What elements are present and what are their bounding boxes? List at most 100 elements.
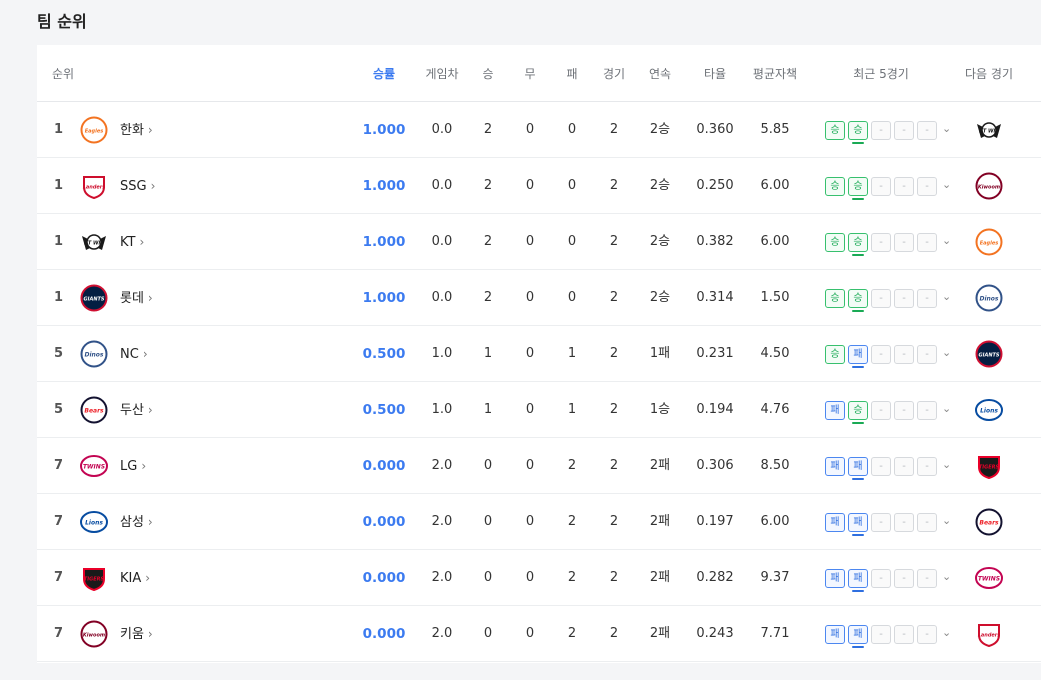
team-link[interactable]: LG › xyxy=(120,438,146,494)
chevron-down-icon[interactable]: ⌄ xyxy=(942,514,951,527)
team-link[interactable]: 롯데 › xyxy=(120,270,153,326)
l-value: 0 xyxy=(567,290,577,305)
chevron-down-icon[interactable]: ⌄ xyxy=(942,122,951,135)
streak-value: 2패 xyxy=(649,570,671,585)
g-value: 2 xyxy=(609,458,619,473)
recent-game-result: 승 xyxy=(848,289,868,312)
recent-game-result: - xyxy=(917,569,937,588)
col-header-d[interactable]: 무 xyxy=(524,65,535,82)
table-row[interactable]: 7 TIGERS KIA › 0.000 2.0 0 0 2 2 2패 0.282 9.37 패 패 - - - ⌄… xyxy=(37,550,1041,606)
table-row[interactable]: 7 TWINS LG › 0.000 2.0 0 0 2 2 2패 0.306 8.50 패 패 - - - ⌄ TI… xyxy=(37,438,1041,494)
chevron-right-icon: › xyxy=(142,347,148,361)
pct-value: 0.000 xyxy=(362,514,406,530)
svg-text:TWINS: TWINS xyxy=(83,464,105,471)
g-value: 2 xyxy=(609,178,619,193)
col-header-g[interactable]: 경기 xyxy=(603,65,625,82)
svg-text:GIANTS: GIANTS xyxy=(83,297,104,303)
pct-value: 0.000 xyxy=(362,570,406,586)
chevron-right-icon: › xyxy=(141,459,147,473)
team-link[interactable]: 키움 › xyxy=(120,606,153,662)
streak-value: 2패 xyxy=(649,514,671,529)
l-value: 1 xyxy=(567,402,577,417)
team-link[interactable]: KIA › xyxy=(120,550,150,606)
era-value: 7.71 xyxy=(760,626,790,641)
pct-value: 1.000 xyxy=(362,122,406,138)
g-value: 2 xyxy=(609,402,619,417)
landers-logo: Landers xyxy=(80,172,108,200)
chevron-down-icon[interactable]: ⌄ xyxy=(942,570,951,583)
chevron-down-icon[interactable]: ⌄ xyxy=(942,290,951,303)
col-header-streak[interactable]: 연속 xyxy=(649,65,671,82)
table-row[interactable]: 5 Dinos NC › 0.500 1.0 1 0 1 2 1패 0.231 4.50 승 패 - - - ⌄ GI… xyxy=(37,326,1041,382)
col-header-era[interactable]: 평균자책 xyxy=(753,65,797,82)
era-value: 6.00 xyxy=(760,514,790,529)
table-row[interactable]: 1 KT WIZ KT › 1.000 0.0 2 0 0 2 2승 0.382 6.00 승 승 - - - ⌄ E… xyxy=(37,214,1041,270)
team-link[interactable]: 한화 › xyxy=(120,102,153,158)
table-row[interactable]: 7 Kiwoom 키움 › 0.000 2.0 0 0 2 2 2패 0.243 7.71 패 패 - - - ⌄ L… xyxy=(37,606,1041,662)
rank-value: 1 xyxy=(54,290,64,305)
dinos-logo[interactable]: Dinos xyxy=(975,284,1003,312)
pct-value: 0.500 xyxy=(362,402,406,418)
col-header-l[interactable]: 패 xyxy=(566,65,577,82)
pct-value: 0.000 xyxy=(362,626,406,642)
dinos-logo: Dinos xyxy=(80,340,108,368)
tigers-logo[interactable]: TIGERS xyxy=(975,452,1003,480)
chevron-down-icon[interactable]: ⌄ xyxy=(942,234,951,247)
col-header-pct[interactable]: 승률 xyxy=(373,65,395,82)
pct-value: 1.000 xyxy=(362,178,406,194)
chevron-down-icon[interactable]: ⌄ xyxy=(942,402,951,415)
team-name: KT xyxy=(120,235,136,250)
recent-game-result: 패 xyxy=(825,513,845,532)
heroes-logo: Kiwoom xyxy=(80,620,108,648)
page-title: 팀 순위 xyxy=(37,12,87,31)
table-row[interactable]: 5 Bears 두산 › 0.500 1.0 1 0 1 2 1승 0.194 4.76 패 승 - - - ⌄ Li… xyxy=(37,382,1041,438)
lions-logo: Lions xyxy=(80,508,108,536)
streak-value: 2승 xyxy=(649,178,671,193)
recent-game-result: - xyxy=(894,177,914,196)
streak-value: 2패 xyxy=(649,458,671,473)
chevron-down-icon[interactable]: ⌄ xyxy=(942,458,951,471)
streak-value: 2승 xyxy=(649,122,671,137)
team-name: 롯데 xyxy=(120,291,144,306)
table-row[interactable]: 1 Landers SSG › 1.000 0.0 2 0 0 2 2승 0.250 6.00 승 승 - - -… xyxy=(37,158,1041,214)
avg-value: 0.197 xyxy=(696,514,734,529)
avg-value: 0.194 xyxy=(696,402,734,417)
team-link[interactable]: KT › xyxy=(120,214,144,270)
l-value: 2 xyxy=(567,626,577,641)
col-header-gb[interactable]: 게임차 xyxy=(425,65,458,82)
col-header-avg[interactable]: 타율 xyxy=(704,65,726,82)
table-row[interactable]: 1 Eagles 한화 › 1.000 0.0 2 0 0 2 2승 0.360 5.85 승 승 - - - ⌄ K… xyxy=(37,102,1041,158)
landers-logo[interactable]: Landers xyxy=(975,620,1003,648)
table-row[interactable]: 1 GIANTS 롯데 › 1.000 0.0 2 0 0 2 2승 0.314 1.50 승 승 - - - ⌄ D… xyxy=(37,270,1041,326)
chevron-down-icon[interactable]: ⌄ xyxy=(942,626,951,639)
giants-logo[interactable]: GIANTS xyxy=(975,340,1003,368)
svg-text:Lions: Lions xyxy=(85,520,103,527)
bears-logo[interactable]: Bears xyxy=(975,508,1003,536)
chevron-down-icon[interactable]: ⌄ xyxy=(942,178,951,191)
team-link[interactable]: NC › xyxy=(120,326,148,382)
team-link[interactable]: 두산 › xyxy=(120,382,153,438)
heroes-logo[interactable]: Kiwoom xyxy=(975,172,1003,200)
d-value: 0 xyxy=(525,458,535,473)
ktwiz-logo[interactable]: KT WIZ xyxy=(975,116,1003,144)
recent-game-result: 승 xyxy=(848,177,868,200)
svg-text:Kiwoom: Kiwoom xyxy=(978,185,1000,191)
team-link[interactable]: 삼성 › xyxy=(120,494,153,550)
team-link[interactable]: SSG › xyxy=(120,158,155,214)
recent-game-result: - xyxy=(917,457,937,476)
team-name: LG xyxy=(120,459,138,474)
table-row[interactable]: 7 Lions 삼성 › 0.000 2.0 0 0 2 2 2패 0.197 6.00 패 패 - - - ⌄ Be… xyxy=(37,494,1041,550)
rank-value: 7 xyxy=(54,514,64,529)
eagles-logo[interactable]: Eagles xyxy=(975,228,1003,256)
svg-text:Landers: Landers xyxy=(978,633,1001,639)
recent-game-result: 승 xyxy=(825,289,845,308)
col-header-w[interactable]: 승 xyxy=(482,65,493,82)
chevron-down-icon[interactable]: ⌄ xyxy=(942,346,951,359)
table-header: 순위 승률 게임차 승 무 패 경기 연속 타율 평균자책 최근 5경기 다음 … xyxy=(37,45,1041,102)
recent-game-result: - xyxy=(871,457,891,476)
col-header-next: 다음 경기 xyxy=(965,67,1013,81)
w-value: 1 xyxy=(483,346,493,361)
twins-logo[interactable]: TWINS xyxy=(975,564,1003,592)
streak-value: 2승 xyxy=(649,290,671,305)
lions-logo[interactable]: Lions xyxy=(975,396,1003,424)
